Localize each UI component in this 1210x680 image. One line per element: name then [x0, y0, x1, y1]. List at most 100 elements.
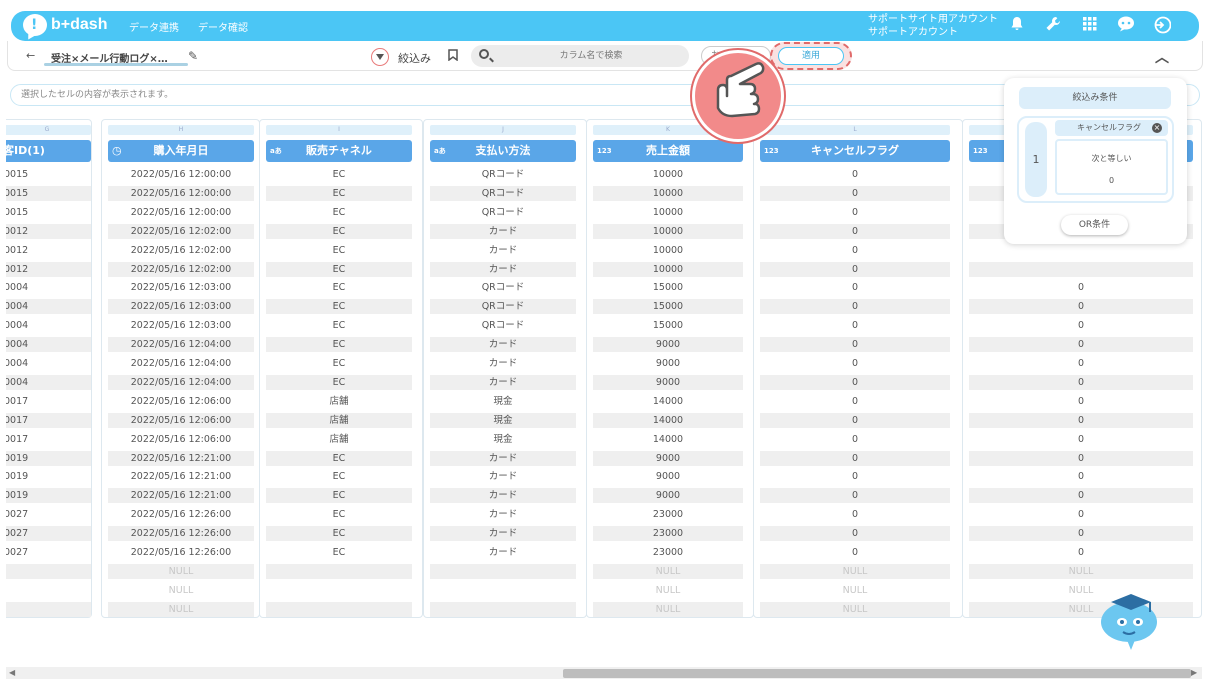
- grid-cell[interactable]: EC: [266, 545, 412, 560]
- grid-cell[interactable]: [430, 583, 576, 598]
- grid-cell[interactable]: NULL: [593, 601, 743, 617]
- grid-cell[interactable]: 23000: [593, 526, 743, 542]
- filter-label[interactable]: 絞込み: [398, 50, 431, 66]
- grid-cell[interactable]: 2022/05/16 12:26:00: [108, 507, 254, 522]
- grid-cell[interactable]: カード: [430, 450, 576, 466]
- column-header[interactable]: 客ID(1): [6, 140, 91, 162]
- grid-cell[interactable]: カード: [430, 545, 576, 560]
- grid-cell[interactable]: 0: [760, 545, 950, 560]
- grid-cell[interactable]: 0004: [6, 374, 91, 390]
- grid-cell[interactable]: 0: [760, 223, 950, 239]
- grid-cell[interactable]: カード: [430, 223, 576, 239]
- wrench-icon[interactable]: [1043, 16, 1063, 36]
- grid-cell[interactable]: 0: [760, 243, 950, 258]
- funnel-icon[interactable]: [371, 48, 389, 66]
- grid-cell[interactable]: EC: [266, 374, 412, 390]
- grid-cell[interactable]: 0: [969, 545, 1193, 560]
- grid-cell[interactable]: 0: [969, 450, 1193, 466]
- grid-cell[interactable]: 0: [760, 185, 950, 201]
- grid-cell[interactable]: カード: [430, 243, 576, 258]
- grid-cell[interactable]: 0: [760, 299, 950, 315]
- grid-cell[interactable]: カード: [430, 507, 576, 522]
- grid-cell[interactable]: [6, 601, 91, 617]
- grid-cell[interactable]: QRコード: [430, 167, 576, 182]
- grid-cell[interactable]: 0019: [6, 450, 91, 466]
- grid-cell[interactable]: カード: [430, 356, 576, 371]
- grid-cell[interactable]: 15000: [593, 299, 743, 315]
- grid-cell[interactable]: EC: [266, 243, 412, 258]
- condition-operator[interactable]: 次と等しい: [1057, 153, 1166, 164]
- grid-cell[interactable]: 0004: [6, 280, 91, 295]
- grid-cell[interactable]: 2022/05/16 12:06:00: [108, 412, 254, 428]
- grid-cell[interactable]: [430, 563, 576, 579]
- grid-cell[interactable]: EC: [266, 526, 412, 542]
- column-search-input[interactable]: [501, 48, 681, 64]
- grid-cell[interactable]: 0017: [6, 394, 91, 409]
- grid-cell[interactable]: EC: [266, 507, 412, 522]
- grid-cell[interactable]: 2022/05/16 12:06:00: [108, 394, 254, 409]
- grid-cell[interactable]: 0: [760, 374, 950, 390]
- logout-icon[interactable]: [1152, 16, 1172, 36]
- grid-cell[interactable]: [266, 601, 412, 617]
- grid-cell[interactable]: EC: [266, 356, 412, 371]
- grid-cell[interactable]: 2022/05/16 12:04:00: [108, 356, 254, 371]
- grid-cell[interactable]: 2022/05/16 12:21:00: [108, 469, 254, 484]
- grid-cell[interactable]: 23000: [593, 545, 743, 560]
- grid-cell[interactable]: NULL: [108, 601, 254, 617]
- grid-cell[interactable]: EC: [266, 469, 412, 484]
- grid-cell[interactable]: EC: [266, 167, 412, 182]
- grid-cell[interactable]: 0: [760, 488, 950, 504]
- grid-cell[interactable]: EC: [266, 205, 412, 220]
- grid-cell[interactable]: NULL: [108, 583, 254, 598]
- column-header[interactable]: aあ 支払い方法: [430, 140, 576, 162]
- grid-cell[interactable]: 2022/05/16 12:04:00: [108, 337, 254, 353]
- grid-cell[interactable]: 0017: [6, 412, 91, 428]
- grid-cell[interactable]: 0: [760, 167, 950, 182]
- nav-data-check[interactable]: データ確認: [198, 19, 248, 34]
- grid-cell[interactable]: [969, 261, 1193, 277]
- grid-cell[interactable]: 10000: [593, 185, 743, 201]
- grid-cell[interactable]: 0027: [6, 526, 91, 542]
- grid-cell[interactable]: 14000: [593, 432, 743, 447]
- grid-cell[interactable]: QRコード: [430, 205, 576, 220]
- grid-cell[interactable]: 14000: [593, 412, 743, 428]
- grid-cell[interactable]: 0: [760, 412, 950, 428]
- grid-cell[interactable]: 店舗: [266, 394, 412, 409]
- support-chat-icon[interactable]: [1116, 16, 1136, 36]
- grid-cell[interactable]: 0004: [6, 356, 91, 371]
- column-header[interactable]: aあ 販売チャネル: [266, 140, 412, 162]
- bell-icon[interactable]: [1007, 16, 1027, 36]
- column-letter[interactable]: H: [108, 125, 254, 135]
- grid-cell[interactable]: [969, 243, 1193, 258]
- grid-cell[interactable]: 0: [760, 356, 950, 371]
- column-header[interactable]: ◷ 購入年月日: [108, 140, 254, 162]
- grid-menu-icon[interactable]: [1080, 16, 1100, 36]
- grid-cell[interactable]: NULL: [593, 583, 743, 598]
- grid-cell[interactable]: [430, 601, 576, 617]
- grid-cell[interactable]: 0012: [6, 261, 91, 277]
- grid-cell[interactable]: NULL: [108, 563, 254, 579]
- grid-cell[interactable]: 2022/05/16 12:03:00: [108, 299, 254, 315]
- grid-cell[interactable]: 0: [760, 507, 950, 522]
- grid-cell[interactable]: 0019: [6, 488, 91, 504]
- grid-cell[interactable]: 0: [760, 432, 950, 447]
- grid-cell[interactable]: 店舗: [266, 432, 412, 447]
- column-letter[interactable]: I: [266, 125, 412, 135]
- grid-cell[interactable]: 0015: [6, 167, 91, 182]
- column-letter[interactable]: G: [6, 125, 91, 135]
- grid-cell[interactable]: 0: [760, 261, 950, 277]
- grid-cell[interactable]: 0: [760, 450, 950, 466]
- grid-cell[interactable]: 0: [969, 469, 1193, 484]
- grid-cell[interactable]: NULL: [969, 563, 1193, 579]
- grid-cell[interactable]: EC: [266, 280, 412, 295]
- grid-cell[interactable]: NULL: [760, 583, 950, 598]
- grid-cell[interactable]: 0004: [6, 318, 91, 333]
- grid-cell[interactable]: 14000: [593, 394, 743, 409]
- grid-cell[interactable]: 2022/05/16 12:26:00: [108, 526, 254, 542]
- grid-cell[interactable]: 0017: [6, 432, 91, 447]
- grid-cell[interactable]: 0019: [6, 469, 91, 484]
- grid-cell[interactable]: 0: [969, 412, 1193, 428]
- grid-cell[interactable]: カード: [430, 374, 576, 390]
- grid-cell[interactable]: QRコード: [430, 185, 576, 201]
- grid-cell[interactable]: 0: [760, 337, 950, 353]
